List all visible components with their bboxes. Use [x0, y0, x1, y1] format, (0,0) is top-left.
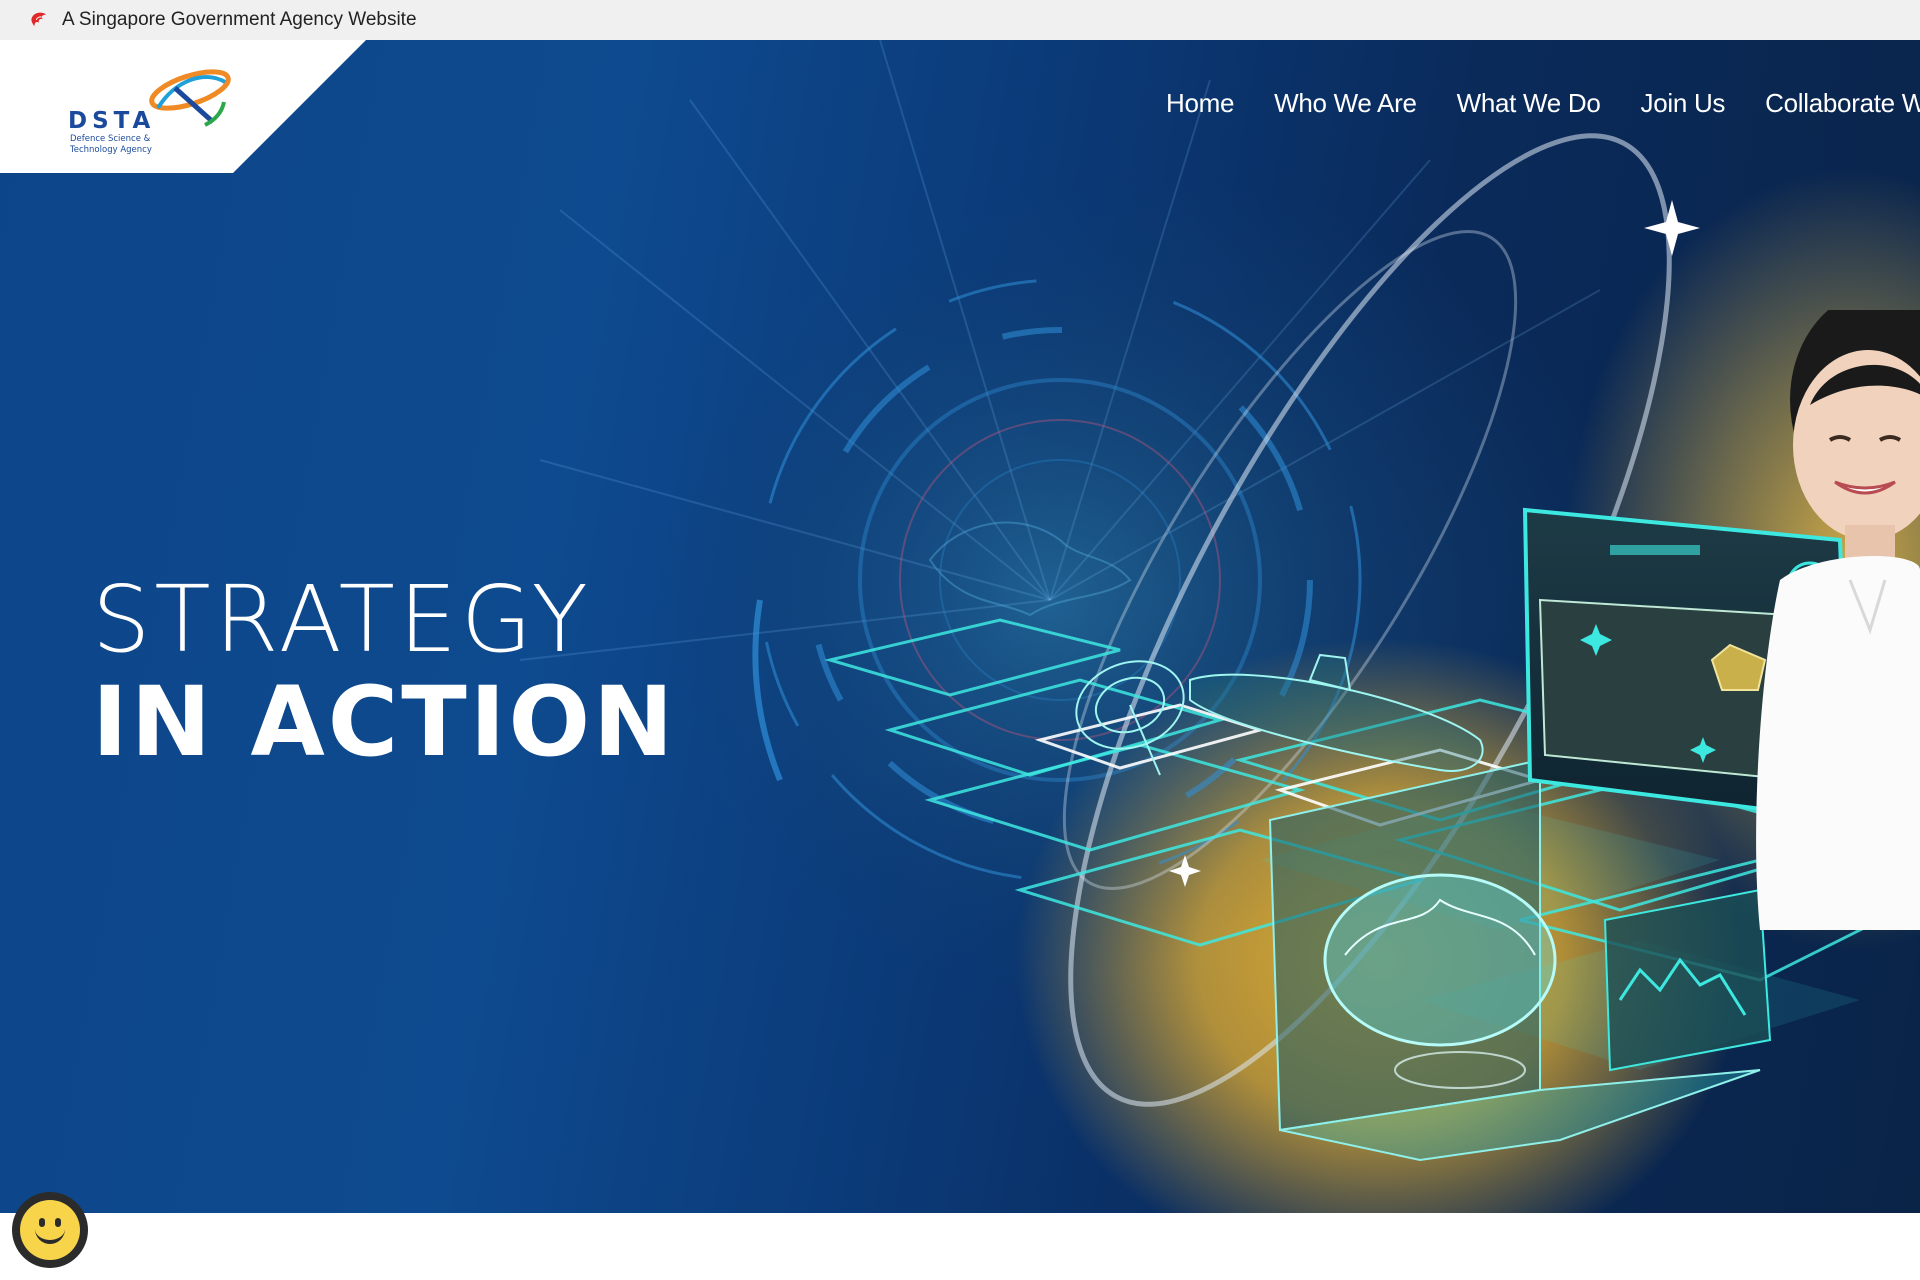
masthead-text[interactable]: A Singapore Government Agency Website: [62, 9, 417, 31]
logo-line-1: Defence Science &: [70, 134, 151, 144]
singapore-lion-icon: [31, 12, 47, 27]
main-navigation: Home Who We Are What We Do Join Us Colla…: [1166, 88, 1920, 119]
logo-abbr: DSTA: [68, 108, 155, 134]
dsta-logo[interactable]: DSTA Defence Science & Technology Agency: [0, 40, 370, 173]
logo-panel[interactable]: DSTA Defence Science & Technology Agency: [0, 40, 370, 173]
hero-headline: STRATEGY IN ACTION: [92, 566, 677, 778]
nav-who-we-are[interactable]: Who We Are: [1274, 88, 1417, 119]
logo-line-2: Technology Agency: [69, 145, 152, 155]
nav-what-we-do[interactable]: What We Do: [1457, 88, 1601, 119]
smiley-face-icon: [20, 1200, 80, 1260]
government-masthead: A Singapore Government Agency Website: [0, 0, 1920, 40]
hero-banner: STRATEGY IN ACTION: [0, 40, 1920, 1213]
nav-home[interactable]: Home: [1166, 88, 1234, 119]
headline-line-2: IN ACTION: [92, 666, 677, 778]
nav-join-us[interactable]: Join Us: [1641, 88, 1726, 119]
hero-person-image: [1756, 310, 1920, 930]
headline-line-1: STRATEGY: [92, 566, 592, 673]
feedback-button[interactable]: [12, 1192, 88, 1268]
nav-collaborate-with-us[interactable]: Collaborate Wit: [1765, 88, 1920, 119]
